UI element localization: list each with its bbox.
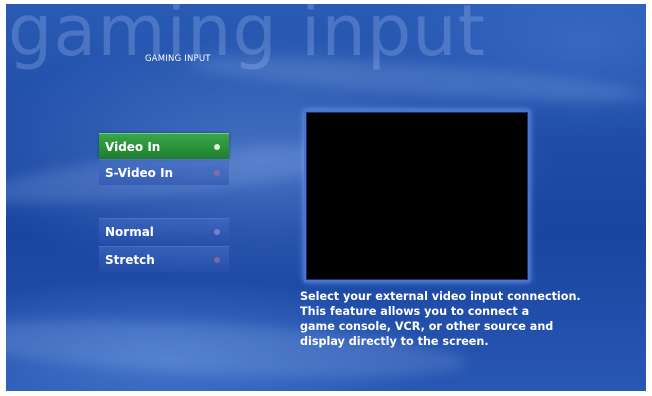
radio-dot-icon [214,229,220,235]
stretch-label: Stretch [105,253,155,267]
video-in-button[interactable]: Video In [99,133,229,159]
page-title: GAMING INPUT [145,54,211,64]
description-text: Select your external video input connect… [300,289,630,349]
media-center-screen: gaming input GAMING INPUT Video In S-Vid… [6,4,646,391]
video-preview [304,110,530,282]
description-line: display directly to the screen. [300,335,489,348]
s-video-in-label: S-Video In [105,166,174,180]
stretch-button[interactable]: Stretch [99,246,229,272]
normal-button[interactable]: Normal [99,218,229,244]
radio-dot-icon [214,257,220,263]
video-in-label: Video In [105,140,161,154]
radio-dot-icon [214,170,220,176]
normal-label: Normal [105,225,154,239]
radio-dot-icon [214,144,220,150]
s-video-in-button[interactable]: S-Video In [99,159,229,185]
description-line: game console, VCR, or other source and [300,320,554,333]
background-title: gaming input [8,4,487,72]
description-line: This feature allows you to connect a [300,305,530,318]
description-line: Select your external video input connect… [300,290,581,303]
